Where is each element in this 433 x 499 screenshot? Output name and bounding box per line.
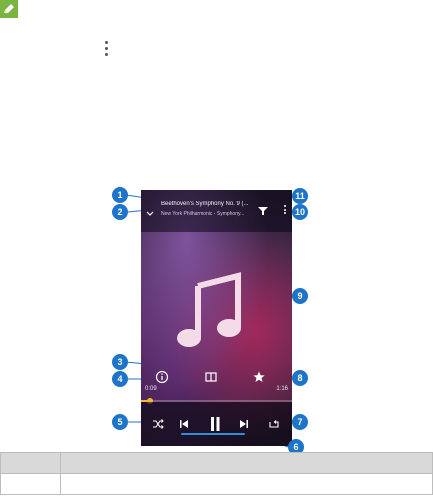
previous-track-icon[interactable] [178, 417, 190, 431]
table-row [0, 473, 433, 495]
callout-9: 9 [292, 288, 308, 304]
table-header-cell [60, 452, 433, 474]
collapse-chevron-icon[interactable] [145, 205, 155, 216]
phone-more-options-icon[interactable] [282, 205, 287, 217]
callout-1: 1 [112, 187, 128, 203]
description-table [0, 452, 433, 495]
equalizer-icon[interactable] [256, 203, 270, 217]
album-art-music-note-icon [176, 268, 246, 348]
callout-2: 2 [112, 204, 128, 220]
now-playing-header: Beethoven's Symphony No. 9 (... New York… [141, 190, 292, 232]
callout-4: 4 [112, 371, 128, 387]
pause-button-icon[interactable] [208, 415, 222, 433]
time-elapsed: 0:09 [145, 386, 157, 392]
table-header-row [0, 452, 433, 474]
table-cell [60, 473, 433, 495]
callout-8: 8 [292, 370, 308, 386]
table-cell [0, 473, 61, 495]
playback-controls [141, 402, 292, 446]
table-header-cell [0, 452, 61, 474]
pencil-note-icon [0, 0, 18, 18]
callout-10: 10 [292, 204, 308, 220]
time-row: 0:09 1:16 [141, 386, 292, 398]
time-total: 1:16 [276, 386, 288, 392]
next-track-icon[interactable] [238, 417, 250, 431]
callout-11: 11 [292, 188, 308, 204]
more-options-icon [101, 41, 111, 63]
callout-5: 5 [112, 414, 128, 430]
callout-3: 3 [112, 354, 128, 370]
music-player-screen: Beethoven's Symphony No. 9 (... New York… [141, 190, 292, 446]
callout-7: 7 [292, 414, 308, 430]
info-icon[interactable] [155, 370, 169, 384]
repeat-icon[interactable] [267, 417, 281, 431]
favorite-star-icon[interactable] [252, 370, 266, 384]
playlist-queue-icon[interactable] [204, 370, 218, 384]
controls-highlight [181, 433, 245, 435]
shuffle-icon[interactable] [151, 417, 165, 431]
